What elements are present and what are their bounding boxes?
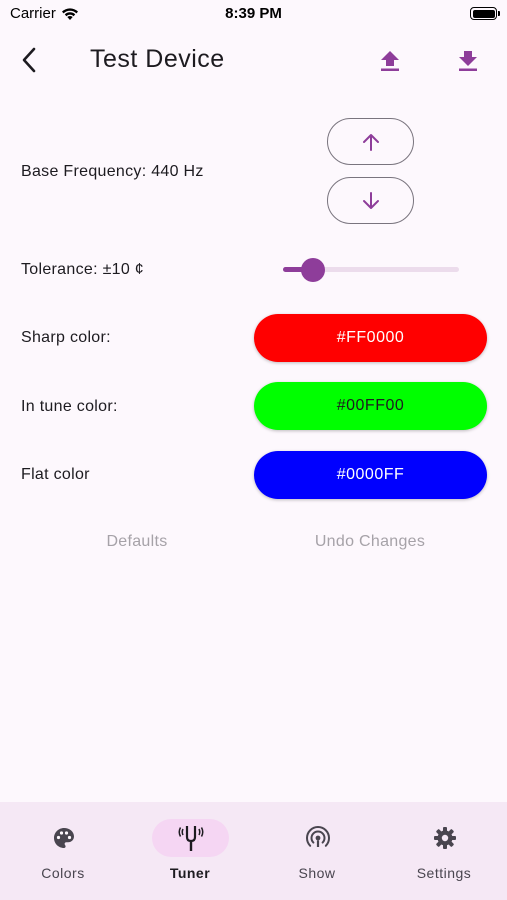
arrow-down-icon	[362, 191, 379, 209]
nav-label-show: Show	[298, 865, 336, 881]
undo-changes-button[interactable]: Undo Changes	[290, 533, 450, 551]
flat-color-button[interactable]: #0000FF	[254, 451, 487, 499]
tuning-fork-icon	[178, 826, 203, 851]
status-time: 8:39 PM	[225, 5, 282, 22]
download-button[interactable]	[451, 44, 485, 78]
nav-settings-indicator	[406, 819, 483, 857]
sharp-color-label: Sharp color:	[21, 329, 111, 346]
upload-icon	[381, 51, 399, 71]
flat-color-label: Flat color	[21, 466, 90, 483]
tolerance-label: Tolerance: ±10 ¢	[21, 261, 144, 278]
nav-item-tuner[interactable]: Tuner	[127, 802, 253, 900]
base-frequency-label: Base Frequency: 440 Hz	[21, 163, 204, 180]
nav-item-show[interactable]: Show	[254, 802, 380, 900]
in-tune-color-button[interactable]: #00FF00	[254, 382, 487, 430]
nav-label-tuner: Tuner	[169, 865, 211, 881]
status-bar: Carrier 8:39 PM	[0, 0, 507, 30]
battery-icon	[470, 7, 500, 20]
upload-button[interactable]	[373, 44, 407, 78]
nav-label-colors: Colors	[41, 865, 85, 881]
frequency-down-button[interactable]	[327, 177, 414, 224]
tolerance-slider[interactable]	[283, 258, 459, 282]
palette-icon	[53, 828, 74, 848]
nav-label-settings: Settings	[416, 865, 472, 881]
nav-item-colors[interactable]: Colors	[0, 802, 126, 900]
nav-colors-indicator	[25, 819, 102, 857]
gear-icon	[433, 827, 456, 849]
bottom-navigation: Colors Tuner Show Settings	[0, 802, 507, 900]
nav-item-settings[interactable]: Settings	[381, 802, 507, 900]
broadcast-icon	[305, 826, 330, 847]
sharp-color-button[interactable]: #FF0000	[254, 314, 487, 362]
frequency-up-button[interactable]	[327, 118, 414, 165]
defaults-button[interactable]: Defaults	[62, 533, 212, 551]
page-title: Test Device	[90, 45, 225, 73]
nav-tuner-indicator	[152, 819, 229, 857]
back-button[interactable]	[12, 43, 46, 77]
arrow-up-icon	[362, 133, 379, 151]
download-icon	[459, 51, 477, 71]
slider-thumb[interactable]	[301, 258, 325, 282]
nav-show-indicator	[279, 819, 356, 857]
in-tune-color-label: In tune color:	[21, 398, 118, 415]
app-bar: Test Device	[0, 30, 507, 90]
back-chevron-icon	[22, 47, 36, 73]
